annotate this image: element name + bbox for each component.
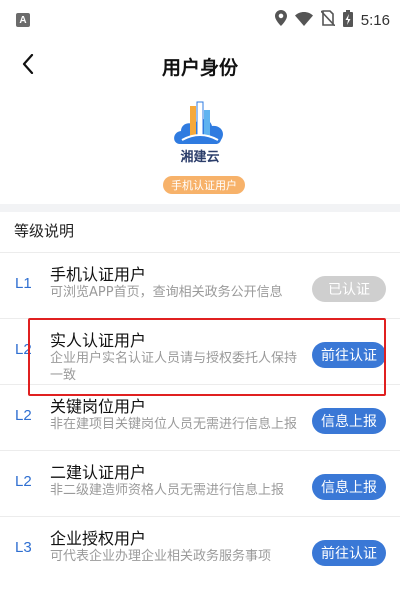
battery-charging-icon: [342, 9, 353, 31]
section-divider: [0, 204, 400, 212]
status-time: 5:16: [360, 11, 390, 29]
level-row-l2-real-person: L2 实人认证用户 企业用户实名认证人员请与授权委托人保持一致 前往认证: [0, 319, 400, 385]
level-description: 企业用户实名认证人员请与授权委托人保持一致: [50, 351, 298, 383]
level-description: 非在建项目关键岗位人员无需进行信息上报: [50, 417, 298, 432]
level-name: 实人认证用户: [50, 331, 147, 350]
page-title: 用户身份: [161, 56, 238, 79]
status-bar: A 5:16: [0, 0, 400, 40]
level-row-l2-key-position: L2 关键岗位用户 非在建项目关键岗位人员无需进行信息上报 信息上报: [0, 385, 400, 451]
go-verify-button[interactable]: 前往认证: [312, 540, 386, 566]
user-type-badge: 手机认证用户: [163, 176, 245, 194]
no-sim-icon: [320, 10, 336, 30]
location-icon: [274, 10, 287, 30]
go-verify-button[interactable]: 前往认证: [312, 342, 386, 368]
navigation-header: 用户身份: [0, 44, 400, 88]
level-name: 二建认证用户: [50, 463, 147, 482]
level-description: 可浏览APP首页，查询相关政务公开信息: [50, 285, 283, 300]
section-title: 等级说明: [14, 222, 75, 240]
back-button[interactable]: [14, 52, 42, 80]
chevron-left-icon: [22, 53, 34, 78]
level-name: 手机认证用户: [50, 265, 147, 284]
level-name: 关键岗位用户: [50, 397, 147, 416]
level-name: 企业授权用户: [50, 529, 147, 548]
info-report-button[interactable]: 信息上报: [312, 408, 386, 434]
wifi-icon: [294, 11, 313, 30]
level-list: L1 手机认证用户 可浏览APP首页，查询相关政务公开信息 已认证 L2 实人认…: [0, 253, 400, 583]
info-report-button[interactable]: 信息上报: [312, 474, 386, 500]
logo-text: 湘建云: [180, 150, 220, 165]
level-code: L3: [15, 539, 32, 556]
level-code: L2: [15, 473, 32, 490]
app-notification-icon: A: [16, 13, 30, 27]
cloud-building-logo-icon: [174, 101, 223, 144]
level-row-l3-enterprise: L3 企业授权用户 可代表企业办理企业相关政务服务事项 前往认证: [0, 517, 400, 583]
level-code: L2: [15, 341, 32, 358]
level-code: L2: [15, 407, 32, 424]
verified-button[interactable]: 已认证: [312, 276, 386, 302]
level-row-l1-phone: L1 手机认证用户 可浏览APP首页，查询相关政务公开信息 已认证: [0, 253, 400, 319]
level-description: 非二级建造师资格人员无需进行信息上报: [50, 483, 285, 498]
level-row-l2-second-builder: L2 二建认证用户 非二级建造师资格人员无需进行信息上报 信息上报: [0, 451, 400, 517]
level-description: 可代表企业办理企业相关政务服务事项: [50, 549, 272, 564]
level-code: L1: [15, 275, 32, 292]
